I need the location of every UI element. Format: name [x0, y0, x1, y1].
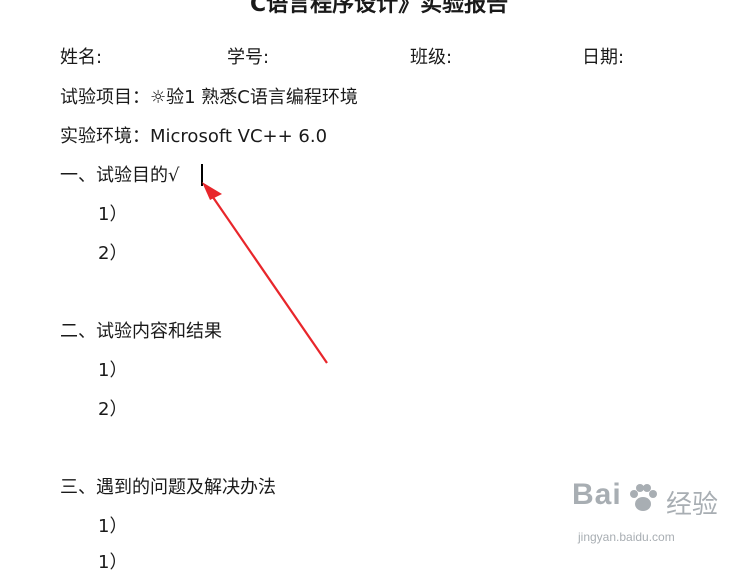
name-label: 姓名: — [60, 47, 103, 68]
arrow-head — [202, 182, 222, 200]
document-title: C语言程序设计》实验报告 — [250, 0, 509, 17]
red-arrow-annotation — [202, 182, 328, 364]
paw-icon — [630, 484, 657, 511]
watermark-url: jingyan.baidu.com — [578, 530, 675, 544]
text-cursor — [201, 164, 203, 186]
list-item: 1） — [98, 516, 128, 537]
section-heading: 三、遇到的问题及解决办法 — [60, 477, 276, 498]
section-heading[interactable]: 一、试验目的√ — [60, 165, 179, 187]
arrow-shaft — [207, 189, 328, 364]
list-item: 2） — [98, 243, 128, 264]
environment-line: 实验环境：Microsoft VC++ 6.0 — [60, 126, 328, 147]
document-page: C语言程序设计》实验报告 姓名: 学号: 班级: 日期: 试验项目：☼验1 熟悉… — [0, 0, 746, 573]
list-item: 1） — [98, 552, 128, 573]
date-label: 日期: — [582, 47, 625, 68]
list-item: 2） — [98, 399, 128, 420]
list-item: 1） — [98, 204, 128, 225]
section-heading: 二、试验内容和结果 — [60, 321, 222, 342]
project-line: 试验项目：☼验1 熟悉C语言编程环境 — [60, 87, 358, 108]
watermark-suffix: 经验 — [666, 490, 719, 520]
watermark-logo-text: Bai — [572, 478, 622, 511]
baidu-watermark: Bai 经验 jingyan.baidu.com — [566, 478, 741, 556]
class-label: 班级: — [410, 47, 453, 68]
student-id-label: 学号: — [227, 47, 270, 68]
list-item: 1） — [98, 360, 128, 381]
